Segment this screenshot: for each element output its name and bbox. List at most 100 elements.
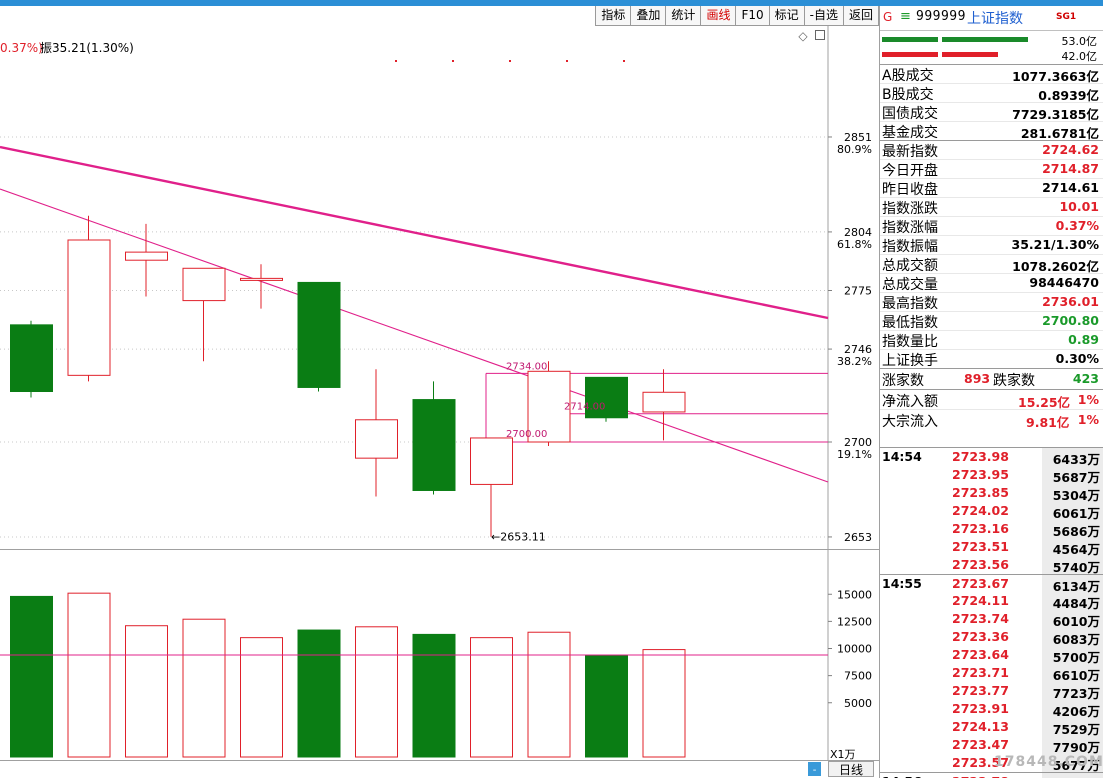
block-inflow-value: 9.81亿 — [1026, 415, 1070, 430]
tick-row: 2723.71 6610万 — [880, 664, 1103, 683]
g-icon[interactable]: G — [883, 10, 892, 24]
tick-row: 2723.47 7790万 — [880, 736, 1103, 755]
scroll-icon: - — [813, 765, 817, 776]
box-label-bottom: 2700.00 — [506, 429, 547, 440]
tick-list[interactable]: 14:54 2723.98 6433万 2723.95 5687万 2723.85 5304… — [880, 447, 1103, 778]
ratio-bar-green-2 — [942, 37, 1028, 42]
tick-price: 2723.56 — [952, 557, 1009, 572]
buy-sell-ratio: 53.0亿 42.0亿 — [880, 30, 1103, 64]
quote-row-label: 总成交额 — [882, 258, 938, 274]
candle-body — [240, 277, 283, 281]
tick-row: 2724.11 4484万 — [880, 592, 1103, 611]
candle-body — [355, 419, 398, 459]
block-inflow-pct: 1% — [1077, 412, 1099, 427]
tick-row: 2723.85 5304万 — [880, 484, 1103, 503]
quote-row-value: 2700.80 — [1042, 313, 1099, 328]
quote-row: 今日开盘 2714.87 — [880, 159, 1103, 179]
tick-price: 2724.02 — [952, 503, 1009, 518]
block-inflow-label: 大宗流入 — [882, 414, 938, 430]
tick-price: 2724.11 — [952, 593, 1009, 608]
advance-decline-row: 涨家数 893 跌家数 423 — [880, 368, 1103, 389]
ratio-bar-green-1 — [882, 37, 938, 42]
quote-row-label: 指数涨跌 — [882, 201, 938, 217]
quote-info-list: A股成交 1077.3663亿 B股成交 0.8939亿 国债成交 7729.3185亿基… — [880, 64, 1103, 369]
tick-row: 2723.16 5686万 — [880, 520, 1103, 539]
quote-row: 指数振幅 35.21/1.30% — [880, 235, 1103, 255]
index-code: 999999 — [916, 9, 966, 24]
quote-header: G ≡ 999999 上证指数 SG1 — [880, 6, 1103, 30]
percent-axis-label: 80.9% — [837, 143, 872, 156]
quote-row-value: 2724.62 — [1042, 142, 1099, 157]
quote-row: 基金成交 281.6781亿 — [880, 121, 1103, 141]
quote-row: 指数量比 0.89 — [880, 330, 1103, 350]
volume-axis-label: 10000 — [837, 643, 872, 656]
tick-price: 2723.74 — [952, 611, 1009, 626]
tick-row: 2723.77 7723万 — [880, 682, 1103, 701]
tick-price: 2724.13 — [952, 719, 1009, 734]
quote-row-label: 昨日收盘 — [882, 182, 938, 198]
tick-time: 14:56 — [882, 774, 922, 778]
watermark: 178448.COM — [994, 754, 1103, 770]
marker-dot — [395, 60, 397, 62]
marker-dot — [623, 60, 625, 62]
quote-row-label: 总成交量 — [882, 277, 938, 293]
quote-row: 上证换手 0.30% — [880, 349, 1103, 369]
advance-value: 893 — [964, 371, 991, 386]
quote-row: 总成交量 98446470 — [880, 273, 1103, 293]
volume-bar — [10, 595, 53, 758]
tick-price: 2723.78 — [952, 774, 1009, 778]
tick-price: 2723.16 — [952, 521, 1009, 536]
diamond-icon: ◇ — [798, 29, 808, 43]
tick-price: 2723.67 — [952, 576, 1009, 591]
quote-row-label: 指数涨幅 — [882, 220, 938, 236]
quote-row-label: 今日开盘 — [882, 163, 938, 179]
net-inflow-pct: 1% — [1077, 392, 1099, 407]
ratio-bottom-value: 42.0亿 — [1061, 50, 1098, 63]
volume-axis-label: 7500 — [844, 670, 872, 683]
box-label-mid: 2714.00 — [564, 402, 605, 413]
tick-row: 14:56 2723.78 4816万 — [880, 772, 1103, 778]
tick-price: 2723.71 — [952, 665, 1009, 680]
volume-bar — [527, 631, 571, 758]
volume-bar — [125, 625, 168, 758]
tick-price: 2723.95 — [952, 467, 1009, 482]
quote-row: B股成交 0.8939亿 — [880, 83, 1103, 103]
tick-time: 14:54 — [882, 449, 922, 464]
tick-row: 2723.51 4564万 — [880, 538, 1103, 557]
volume-bar — [585, 654, 628, 758]
quote-row: 国债成交 7729.3185亿 — [880, 102, 1103, 122]
box-label-top: 2734.00 — [506, 361, 547, 372]
tick-price: 2723.36 — [952, 629, 1009, 644]
quote-row-value: 2736.01 — [1042, 294, 1099, 309]
net-inflow-label: 净流入额 — [882, 394, 938, 410]
volume-bar — [470, 637, 513, 758]
candle-body — [67, 239, 111, 376]
tick-price: 2723.64 — [952, 647, 1009, 662]
block-inflow-row: 大宗流入 9.81亿 1% — [880, 409, 1103, 430]
low-price-label: ←2653.11 — [491, 531, 546, 544]
volume-bar — [355, 626, 398, 758]
tick-vol: 4816万 — [1053, 774, 1100, 778]
quote-panel: G ≡ 999999 上证指数 SG1 53.0亿 42.0亿 A股成交 1077… — [879, 6, 1103, 778]
tick-row: 2723.74 6010万 — [880, 610, 1103, 629]
quote-row-label: 最高指数 — [882, 296, 938, 312]
menu-icon[interactable]: ≡ — [900, 9, 911, 24]
tick-time: 14:55 — [882, 576, 922, 591]
decline-value: 423 — [1072, 371, 1099, 386]
tick-row: 2723.36 6083万 — [880, 628, 1103, 647]
decline-label: 跌家数 — [993, 373, 1035, 389]
candle-body — [642, 391, 686, 413]
volume-bar — [182, 618, 226, 758]
volume-axis-label: 5000 — [844, 697, 872, 710]
quote-row: 最高指数 2736.01 — [880, 292, 1103, 312]
tick-price: 2723.77 — [952, 683, 1009, 698]
quote-row-value: 10.01 — [1059, 199, 1099, 214]
quote-row-value: 0.37% — [1055, 218, 1099, 233]
volume-bar — [240, 637, 283, 758]
candle-body — [470, 437, 513, 485]
candle-body — [297, 281, 341, 388]
kline-chart[interactable]: 285180.9%280461.8%2775274638.2%270019.1%… — [0, 0, 879, 778]
candle-body — [125, 251, 168, 261]
quote-row-label: A股成交 — [882, 68, 934, 84]
candle-body — [182, 267, 226, 302]
